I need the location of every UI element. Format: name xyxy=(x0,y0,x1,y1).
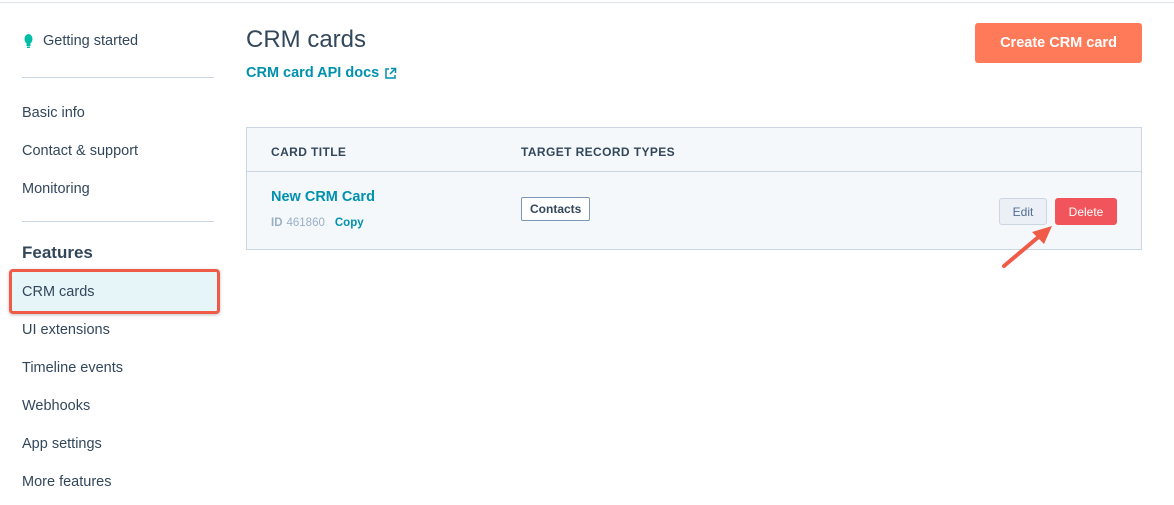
delete-button[interactable]: Delete xyxy=(1055,198,1117,225)
sidebar: Getting started Basic info Contact & sup… xyxy=(0,0,230,505)
sidebar-item-contact-support[interactable]: Contact & support xyxy=(22,143,138,159)
copy-id-link[interactable]: Copy xyxy=(335,217,364,229)
lightbulb-icon xyxy=(22,33,35,49)
card-title-link[interactable]: New CRM Card xyxy=(271,189,375,205)
sidebar-divider xyxy=(22,77,214,78)
sidebar-item-getting-started[interactable]: Getting started xyxy=(22,33,138,49)
sidebar-item-app-settings[interactable]: App settings xyxy=(22,436,102,452)
api-docs-link-label: CRM card API docs xyxy=(246,65,380,81)
api-docs-link[interactable]: CRM card API docs xyxy=(246,65,397,81)
sidebar-item-label: CRM cards xyxy=(22,284,95,300)
sidebar-divider xyxy=(22,221,214,222)
features-heading: Features xyxy=(22,243,93,262)
card-id-label: ID xyxy=(271,217,283,229)
sidebar-item-basic-info[interactable]: Basic info xyxy=(22,105,85,121)
external-link-icon xyxy=(384,67,397,80)
sidebar-item-monitoring[interactable]: Monitoring xyxy=(22,181,90,197)
card-id-value: 461860 xyxy=(286,217,325,229)
sidebar-item-label: Getting started xyxy=(43,33,139,49)
table-header: CARD TITLE TARGET RECORD TYPES xyxy=(247,128,1141,172)
page-title: CRM cards xyxy=(246,26,367,53)
column-header-target-record-types: TARGET RECORD TYPES xyxy=(521,145,676,159)
sidebar-item-ui-extensions[interactable]: UI extensions xyxy=(22,322,110,338)
sidebar-item-crm-cards[interactable]: CRM cards xyxy=(9,269,220,314)
sidebar-item-more-features[interactable]: More features xyxy=(22,474,111,490)
create-crm-card-button[interactable]: Create CRM card xyxy=(975,23,1142,63)
card-id-line: ID 461860 Copy xyxy=(271,217,364,229)
sidebar-item-webhooks[interactable]: Webhooks xyxy=(22,398,90,414)
sidebar-item-timeline-events[interactable]: Timeline events xyxy=(22,360,123,376)
record-type-tag: Contacts xyxy=(521,197,591,221)
arrow-icon xyxy=(1002,226,1052,268)
column-header-card-title: CARD TITLE xyxy=(271,145,347,159)
edit-button[interactable]: Edit xyxy=(999,198,1047,225)
